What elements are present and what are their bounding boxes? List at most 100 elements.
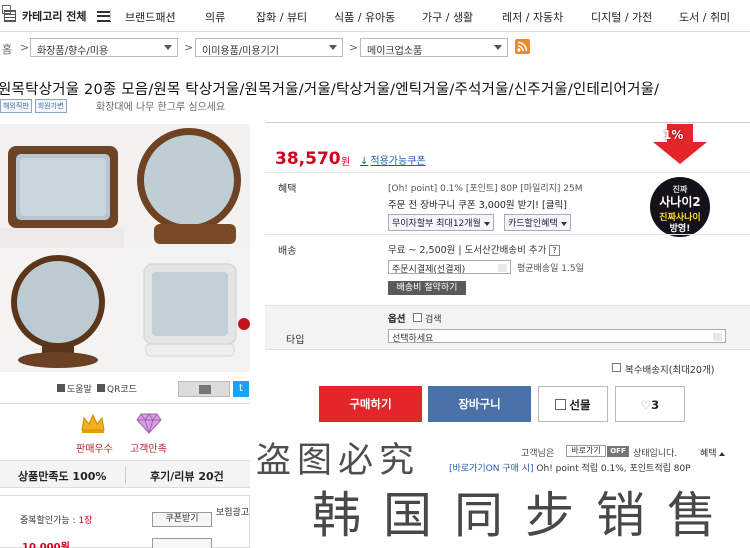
chevron-down-icon (329, 45, 337, 50)
banner-line4: 방영! (669, 224, 691, 234)
nav-item-beauty[interactable]: 잡화 / 뷰티 (256, 9, 307, 25)
price-unit: 원 (341, 157, 351, 168)
card-discount-pill[interactable]: 카드할인혜택 (504, 214, 571, 231)
gift-label: 선물 (569, 398, 591, 412)
breadcrumb-home[interactable]: 홈 (2, 41, 12, 57)
award-sales-label: 판매우수 (76, 444, 113, 455)
duplicate-coupon-label: 중복할인가능 : 1장 (20, 513, 92, 526)
zoom-icon[interactable] (2, 5, 11, 14)
coupon-price: 10,000원 (22, 542, 70, 548)
point-prefix: [바로가기ON 구매 시] (449, 464, 534, 474)
breadcrumb-sep: > (184, 41, 194, 54)
nav-item-digital[interactable]: 디지털 / 가전 (591, 9, 652, 25)
banner-line2: 사나이2 (659, 195, 701, 209)
shortcut-pill[interactable]: 바로가기 (566, 445, 606, 457)
qr-icon (97, 384, 105, 392)
like-button[interactable]: ♡3 (615, 386, 685, 422)
benefit-toggle[interactable]: 혜택 (700, 446, 725, 459)
product-image-white-mirror[interactable] (124, 248, 250, 372)
save-shipping-button[interactable]: 배송비 절약하기 (388, 281, 466, 295)
crown-icon (80, 412, 106, 437)
product-price: 38,570 (275, 149, 341, 169)
caret-up-icon (718, 452, 725, 456)
product-subtitle: 화장대에 나무 한그루 심으세요 (96, 102, 226, 113)
customer-status-text: 상태입니다. (633, 449, 678, 459)
option-panel (265, 305, 750, 350)
installment-pill-label: 무이자할부 최대12개월 (392, 219, 481, 229)
help-label: 도움말 (67, 385, 92, 395)
dup-count: 1장 (78, 516, 93, 526)
gift-button[interactable]: 선물 (538, 386, 608, 422)
option-header: 옵션 (388, 314, 406, 325)
price-top-rule (265, 122, 750, 123)
like-count: 3 (651, 398, 660, 412)
coupon-more-button[interactable] (152, 538, 212, 548)
print-button[interactable] (178, 381, 230, 397)
option-type-label: 타입 (286, 335, 305, 346)
divider (265, 234, 750, 235)
chevron-down-icon (164, 45, 172, 50)
heart-icon: ♡ (640, 398, 652, 412)
help-icon[interactable]: ? (549, 245, 560, 256)
breadcrumb-level1-label: 화장품/향수/미용 (37, 46, 109, 57)
product-badges: 해외직판 회원가변 (0, 99, 67, 113)
product-image-round-mirror-stand[interactable] (0, 248, 124, 372)
breadcrumb-level3-label: 메이크업소품 (367, 46, 423, 57)
breadcrumb-sep: > (20, 41, 30, 54)
chevron-down-icon (494, 45, 502, 50)
nav-item-brandfashion[interactable]: 브랜드패션 (125, 9, 176, 25)
discount-percent: 1% (663, 128, 684, 142)
divider (0, 403, 250, 404)
nav-item-books[interactable]: 도서 / 취미 (679, 9, 730, 25)
breadcrumb-select-level1[interactable]: 화장품/향수/미용 (30, 38, 178, 57)
benefit-points: [Oh! point] 0.1% [포인트] 80P [마일리지] 25M (388, 184, 583, 194)
divider (125, 466, 126, 484)
product-image-round-mirror[interactable] (124, 124, 250, 248)
chevron-down-icon (560, 222, 567, 226)
product-image-rect-mirror[interactable] (0, 124, 124, 248)
category-all-button[interactable]: 카테고리 전체 (0, 6, 111, 26)
add-to-cart-button[interactable]: 장바구니 (428, 386, 531, 422)
breadcrumb-level2-label: 이미용품/미용기기 (202, 46, 279, 57)
shipping-label: 배송 (278, 246, 297, 257)
multi-address-checkbox[interactable] (612, 363, 621, 372)
category-all-label: 카테고리 전체 (22, 10, 87, 23)
divider (265, 172, 750, 173)
nav-item-clothing[interactable]: 의류 (205, 9, 225, 25)
twitter-share-button[interactable]: t (233, 381, 249, 397)
applicable-coupon-link[interactable]: 적용가능쿠폰 (360, 152, 425, 167)
buy-button[interactable]: 구매하기 (319, 386, 422, 422)
insurance-ad-label[interactable]: 보험광고 (216, 505, 249, 518)
option-search-checkbox[interactable] (413, 313, 422, 322)
option-type-select[interactable]: 선택하세요 (388, 329, 726, 344)
badge-overseas: 해외직판 (0, 99, 32, 113)
award-satisfaction-label: 고객만족 (130, 444, 167, 455)
get-coupon-button[interactable]: 쿠폰받기 (152, 512, 212, 527)
point-rest: Oh! point 적립 0.1%, 포인트적립 80P (536, 464, 691, 474)
nav-item-leisure[interactable]: 레저 / 자동차 (502, 9, 563, 25)
help-icon (57, 384, 65, 392)
nav-divider (110, 10, 111, 21)
cart-coupon-link[interactable]: 주문 전 장바구니 쿠폰 3,000원 받기! [클릭] (388, 197, 567, 211)
printer-icon (199, 385, 211, 394)
rss-icon[interactable] (515, 39, 530, 54)
review-count[interactable]: 후기/리뷰 20건 (150, 468, 224, 484)
shortcut-off-toggle[interactable]: OFF (607, 446, 629, 457)
promo-banner[interactable]: 진짜 사나이2 진짜사나이 방영! (650, 177, 710, 237)
breadcrumb-select-level2[interactable]: 이미용품/미용기기 (195, 38, 343, 57)
nav-item-food[interactable]: 식품 / 유아동 (334, 9, 395, 25)
shipping-payment-select[interactable]: 주문시결제(선결제) (388, 260, 511, 275)
installment-pill[interactable]: 무이자할부 최대12개월 (388, 214, 494, 231)
qr-code-link[interactable]: QR코드 (97, 382, 137, 395)
product-satisfaction: 상품만족도 100% (18, 470, 107, 483)
watermark-line2: 韩国同步销售 (312, 487, 739, 544)
breadcrumb-select-level3[interactable]: 메이크업소품 (360, 38, 508, 57)
nav-item-living[interactable]: 가구 / 생활 (422, 9, 473, 25)
dup-label-text: 중복할인가능 : (20, 516, 79, 526)
option-search-label: 검색 (425, 315, 442, 325)
breadcrumb: 홈 > 화장품/향수/미용 > 이미용품/미용기기 > 메이크업소품 (0, 38, 750, 60)
satisfaction-row: 상품만족도 100% 후기/리뷰 20건 (0, 460, 250, 488)
help-link[interactable]: 도움말 (57, 382, 92, 395)
badge-member: 회원가변 (34, 99, 67, 113)
menu-icon (96, 10, 111, 22)
